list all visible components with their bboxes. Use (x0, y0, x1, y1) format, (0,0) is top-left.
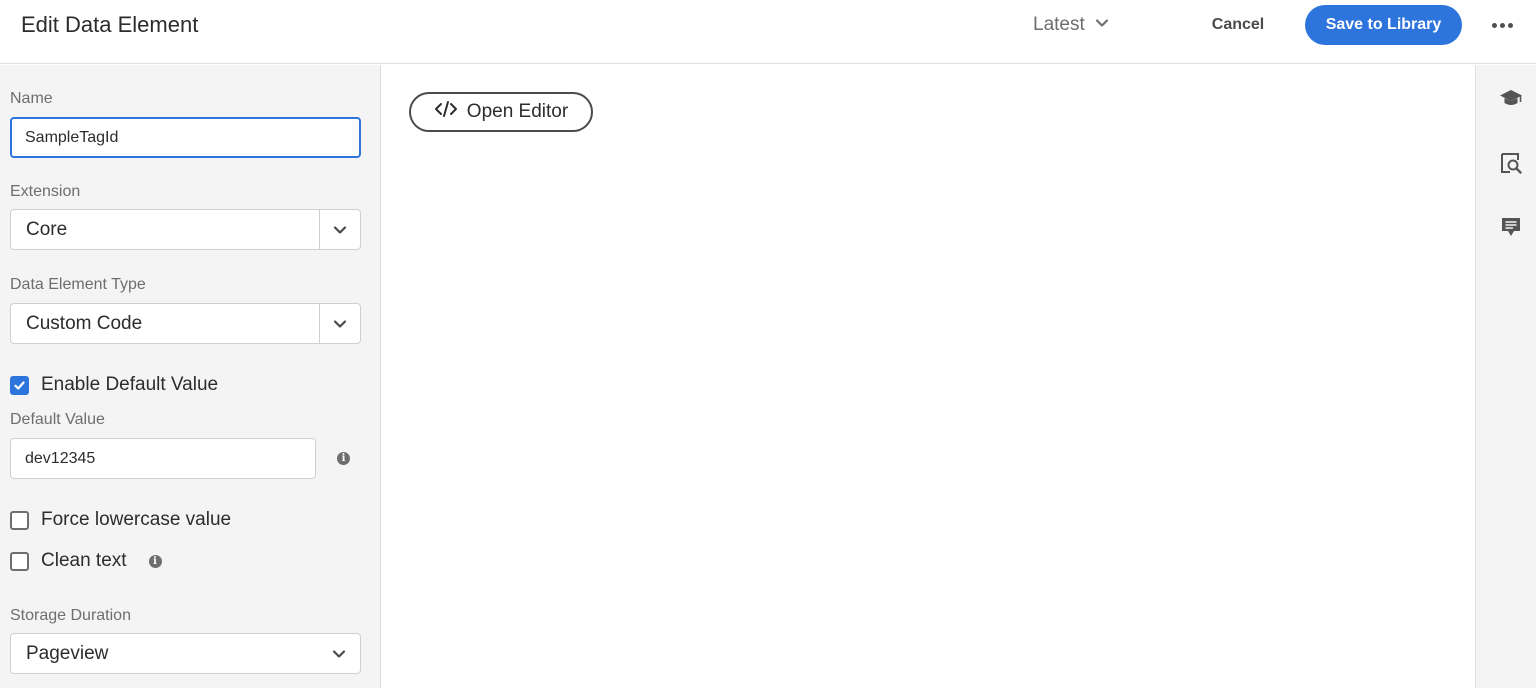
checkbox-unchecked-icon (10, 510, 29, 530)
storage-duration-value: Pageview (26, 643, 109, 664)
open-editor-button[interactable]: Open Editor (409, 92, 593, 132)
save-to-library-button[interactable]: Save to Library (1305, 5, 1462, 45)
storage-duration-select[interactable]: Pageview (10, 633, 361, 674)
extension-value: Core (26, 219, 68, 240)
chevron-down-icon (1095, 14, 1109, 36)
data-element-type-value: Custom Code (26, 313, 143, 334)
info-icon[interactable]: i (337, 452, 350, 465)
force-lowercase-label: Force lowercase value (41, 509, 232, 530)
force-lowercase-checkbox[interactable]: Force lowercase value (10, 509, 231, 531)
enable-default-value-label: Enable Default Value (41, 374, 219, 395)
clean-text-checkbox[interactable]: Clean text i (10, 550, 162, 572)
data-element-type-label: Data Element Type (10, 276, 146, 293)
enable-default-value-checkbox[interactable]: Enable Default Value (10, 374, 218, 396)
main-content: Open Editor (382, 65, 1475, 688)
version-label: Latest (1033, 14, 1085, 35)
top-header: Edit Data Element Latest Cancel Save to … (0, 0, 1536, 64)
comment-icon[interactable] (1498, 214, 1524, 240)
chevron-down-icon (319, 304, 360, 343)
storage-duration-label: Storage Duration (10, 607, 131, 624)
cancel-button[interactable]: Cancel (1198, 10, 1278, 40)
preview-search-icon[interactable] (1498, 150, 1524, 176)
info-icon[interactable]: i (148, 554, 162, 568)
open-editor-label: Open Editor (466, 101, 569, 122)
name-input[interactable] (10, 117, 361, 158)
clean-text-label: Clean text (41, 550, 127, 571)
chevron-down-icon (319, 210, 360, 249)
settings-panel: Name Extension Core Data Element Type Cu… (0, 65, 381, 688)
data-element-type-select[interactable]: Custom Code (10, 303, 361, 344)
extension-label: Extension (10, 183, 81, 200)
checkbox-checked-icon (10, 375, 29, 395)
default-value-input[interactable] (10, 438, 316, 479)
version-selector[interactable]: Latest (1033, 12, 1109, 38)
page-title: Edit Data Element (21, 12, 199, 37)
right-rail (1475, 65, 1536, 688)
learn-icon[interactable] (1498, 85, 1524, 111)
extension-select[interactable]: Core (10, 209, 361, 250)
checkbox-unchecked-icon (10, 551, 29, 571)
default-value-label: Default Value (10, 411, 105, 428)
more-options-icon[interactable] (1488, 14, 1516, 36)
code-icon (434, 100, 458, 124)
chevron-down-icon (328, 634, 350, 673)
name-label: Name (10, 90, 53, 107)
